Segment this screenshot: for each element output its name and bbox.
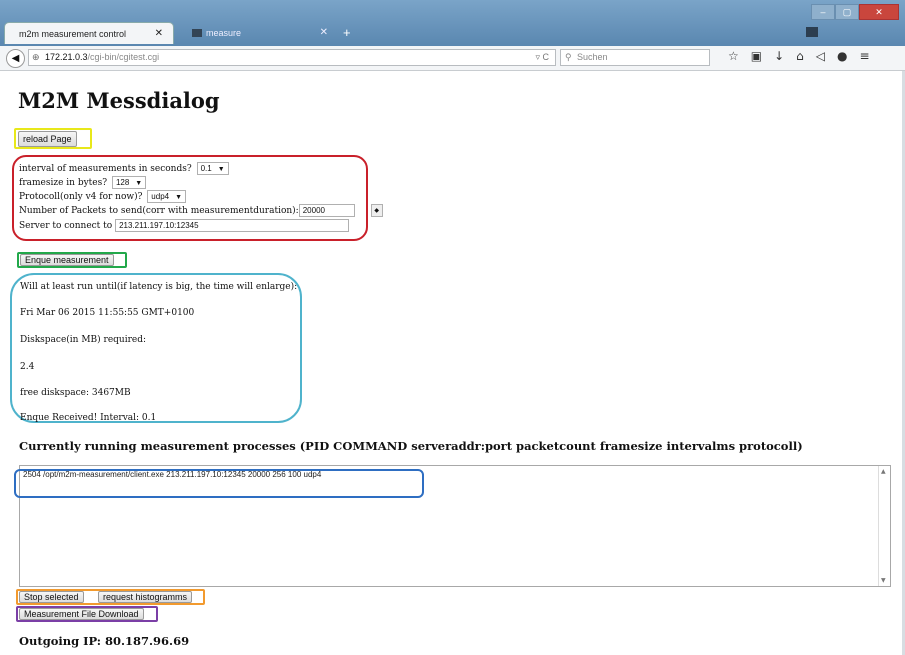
tab-measure[interactable]: measure ✕ [178,22,338,44]
page-content: M2M Messdialog reload Page interval of m… [0,71,905,655]
interval-select[interactable]: 0.1 ▼ [196,162,229,175]
processes-heading: Currently running measurement processes … [19,439,803,453]
tab-label: m2m measurement control [19,29,127,39]
browser-tools: ☆ ▣ ↓ ⌂ ◁ ● ≡ [728,49,870,63]
search-placeholder: Suchen [577,52,608,62]
packets-row: Number of Packets to send(corr with meas… [19,204,383,217]
navigation-toolbar: ◀ ⊕ 172.21.0.3/cgi-bin/cgitest.cgi ▿ C ⚲… [0,46,905,71]
back-button[interactable]: ◀ [6,49,25,68]
download-icon[interactable]: ↓ [774,49,784,63]
enqueue-measurement-button[interactable]: Enque measurement [20,254,114,266]
window-controls: – ▢ ✕ [811,4,899,20]
new-tab-button[interactable]: + [343,22,351,44]
server-input[interactable]: 213.211.197.10:12345 [115,219,350,232]
server-label: Server to connect to [19,221,113,231]
close-tab-icon[interactable]: ✕ [155,23,163,45]
list-scrollbar[interactable]: ▲ ▼ [878,466,890,586]
info-enqueue-status: Enque Received! Interval: 0.1 [20,413,157,423]
stop-selected-button[interactable]: Stop selected [19,591,84,603]
globe-icon: ⊕ [32,52,40,62]
interval-row: interval of measurements in seconds? 0.1… [19,162,229,175]
clipboard-icon[interactable]: ▣ [751,49,762,63]
bookmark-star-icon[interactable]: ☆ [728,49,739,63]
measurement-file-download-button[interactable]: Measurement File Download [19,608,144,620]
info-end-time: Fri Mar 06 2015 11:55:55 GMT+0100 [20,308,195,318]
scroll-up-icon[interactable]: ▲ [881,468,886,475]
close-window-button[interactable]: ✕ [859,4,899,20]
menu-icon[interactable]: ≡ [860,49,870,63]
highlight-process-item [14,469,424,498]
send-icon[interactable]: ◁ [816,49,825,63]
protocol-select[interactable]: udp4 ▼ [147,190,187,203]
scroll-down-icon[interactable]: ▼ [881,577,886,584]
page-title: M2M Messdialog [18,88,220,113]
minimize-button[interactable]: – [811,4,835,20]
reload-icon[interactable]: ▿ C [535,50,549,65]
number-spinner[interactable]: ◆ [370,204,383,217]
address-bar[interactable]: ⊕ 172.21.0.3/cgi-bin/cgitest.cgi ▿ C [28,49,556,66]
search-icon: ⚲ [565,52,572,62]
url-path: /cgi-bin/cgitest.cgi [87,52,160,62]
chevron-down-icon: ▼ [175,194,183,201]
framesize-row: framesize in bytes? 128 ▼ [19,176,147,189]
maximize-button[interactable]: ▢ [835,4,859,20]
interval-label: interval of measurements in seconds? [19,164,192,174]
info-diskspace-label: Diskspace(in MB) required: [20,335,147,345]
info-diskspace-value: 2.4 [20,362,35,372]
tab-label: measure [206,28,242,38]
home-icon[interactable]: ⌂ [796,49,804,63]
close-tab-icon[interactable]: ✕ [320,22,328,44]
outgoing-ip: Outgoing IP: 80.187.96.69 [19,634,190,648]
grid-icon[interactable] [806,27,818,37]
search-input[interactable]: ⚲ Suchen [560,49,710,66]
request-histograms-button[interactable]: request histogramms [98,591,193,603]
chevron-down-icon: ▼ [217,166,225,173]
highlight-info [10,273,302,423]
protocol-row: Protocoll(only v4 for now)? udp4 ▼ [19,190,187,203]
server-row: Server to connect to 213.211.197.10:1234… [19,219,350,232]
chat-icon[interactable]: ● [837,49,847,63]
framesize-label: framesize in bytes? [19,178,108,188]
url-host: 172.21.0.3 [45,52,88,62]
info-runtime-label: Will at least run until(if latency is bi… [20,282,298,292]
packets-label: Number of Packets to send(corr with meas… [19,206,299,216]
tab-m2m-measurement-control[interactable]: m2m measurement control ✕ [4,22,174,44]
browser-titlebar: m2m measurement control ✕ measure ✕ + – … [0,0,905,46]
framesize-select[interactable]: 128 ▼ [111,176,147,189]
info-free-diskspace: free diskspace: 3467MB [20,388,131,398]
reload-page-button[interactable]: reload Page [18,131,77,147]
protocol-label: Protocoll(only v4 for now)? [19,192,143,202]
chevron-down-icon: ▼ [135,180,143,187]
page-icon [192,29,202,37]
packets-input[interactable]: 20000 [298,204,355,217]
